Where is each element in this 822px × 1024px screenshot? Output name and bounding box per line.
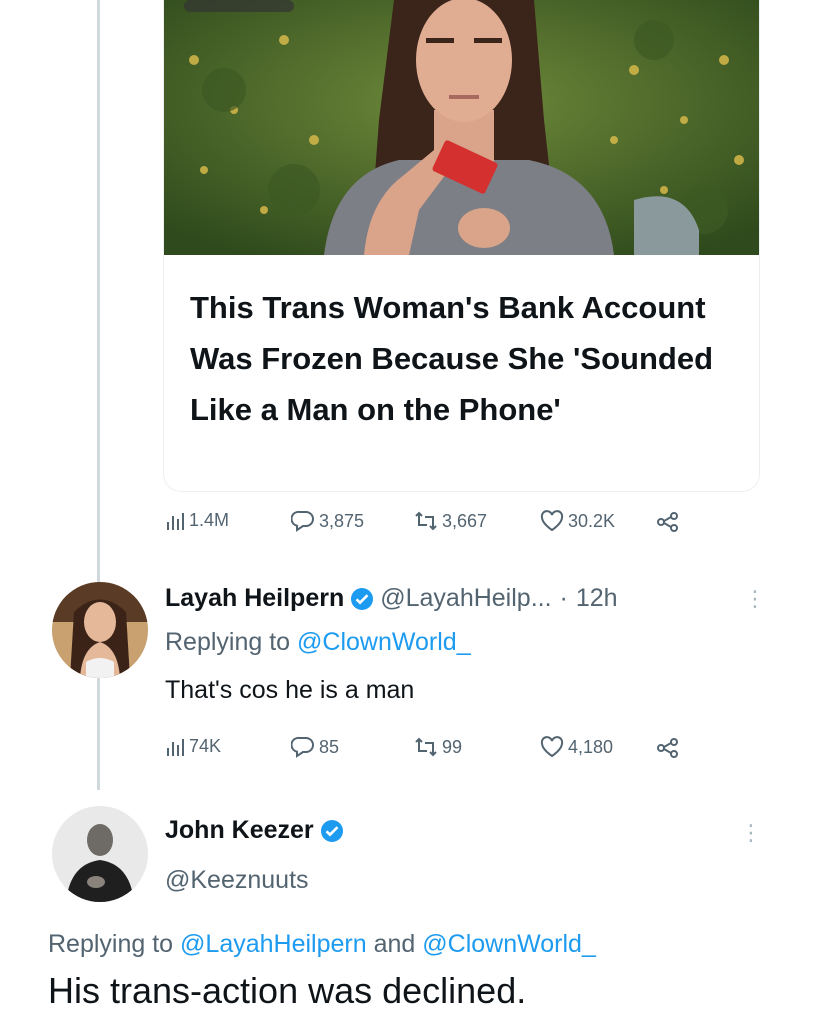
reply1-author-name[interactable]: Layah Heilpern [165, 584, 344, 613]
like-icon [540, 510, 564, 532]
reply2-replying-to: Replying to @LayahHeilpern and @ClownWor… [48, 930, 596, 959]
like-count[interactable]: 30.2K [540, 510, 615, 532]
mention-link-layah[interactable]: @LayahHeilpern [180, 930, 367, 958]
reply-count[interactable]: 3,875 [291, 510, 364, 532]
reply1-replying-to: Replying to @ClownWorld_ [165, 628, 471, 657]
views-count[interactable]: 1.4M [165, 510, 229, 531]
retweet-label: 3,667 [442, 510, 488, 531]
reply-icon [291, 736, 314, 758]
views-label: 74K [189, 736, 222, 756]
like-count[interactable]: 4,180 [540, 736, 613, 758]
retweet-count[interactable]: 99 [414, 736, 462, 758]
replying-prefix: Replying to [48, 930, 174, 958]
reply2-author-name[interactable]: John Keezer [165, 816, 314, 845]
share-icon [657, 738, 678, 758]
more-options-icon[interactable]: ⋮ [744, 586, 766, 612]
mention-link-clownworld[interactable]: @ClownWorld_ [422, 930, 596, 958]
views-icon [167, 738, 184, 756]
avatar-john[interactable] [52, 806, 148, 902]
verified-badge-icon [351, 587, 374, 610]
like-icon [540, 736, 564, 758]
article-card[interactable]: This Trans Woman's Bank Account Was Froz… [163, 0, 760, 492]
views-icon [167, 512, 184, 530]
reply-label: 3,875 [319, 510, 365, 531]
views-count[interactable]: 74K [165, 736, 221, 757]
quoted-tweet-actions: 1.4M 3,875 3,667 30.2K [0, 508, 822, 538]
reply1-header: Layah Heilpern @LayahHeilp... · 12h [165, 584, 618, 613]
share-icon [657, 512, 678, 532]
reply2-author-handle[interactable]: @Keeznuuts [165, 866, 309, 895]
mention-link[interactable]: @ClownWorld_ [297, 628, 471, 656]
reply2-header: John Keezer [165, 816, 350, 845]
avatar-layah[interactable] [52, 582, 148, 678]
verified-badge-icon [320, 819, 343, 842]
avatar-image [52, 806, 148, 902]
avatar-image [52, 582, 148, 678]
article-headline[interactable]: This Trans Woman's Bank Account Was Froz… [190, 282, 750, 435]
article-photo [164, 0, 759, 255]
share-button[interactable] [656, 737, 680, 759]
replying-prefix: Replying to [165, 628, 291, 656]
header-separator: · [559, 584, 568, 612]
views-label: 1.4M [189, 510, 230, 530]
more-options-icon[interactable]: ⋮ [740, 820, 762, 846]
like-label: 30.2K [568, 510, 616, 531]
retweet-icon [415, 737, 437, 757]
reply1-timestamp[interactable]: 12h [576, 584, 618, 613]
and-word: and [373, 930, 416, 958]
reply1-author-handle[interactable]: @LayahHeilp... [380, 584, 551, 613]
like-label: 4,180 [568, 736, 614, 757]
share-button[interactable] [656, 511, 680, 533]
reply-label: 85 [319, 736, 340, 757]
retweet-icon [415, 511, 437, 531]
reply-count[interactable]: 85 [291, 736, 339, 758]
reply2-text: His trans-action was declined. [48, 970, 527, 1011]
reply-icon [291, 510, 314, 532]
retweet-count[interactable]: 3,667 [414, 510, 487, 532]
retweet-label: 99 [442, 736, 463, 757]
reply1-text: That's cos he is a man [165, 676, 415, 704]
reply1-actions: 74K 85 99 4,180 [0, 734, 822, 764]
